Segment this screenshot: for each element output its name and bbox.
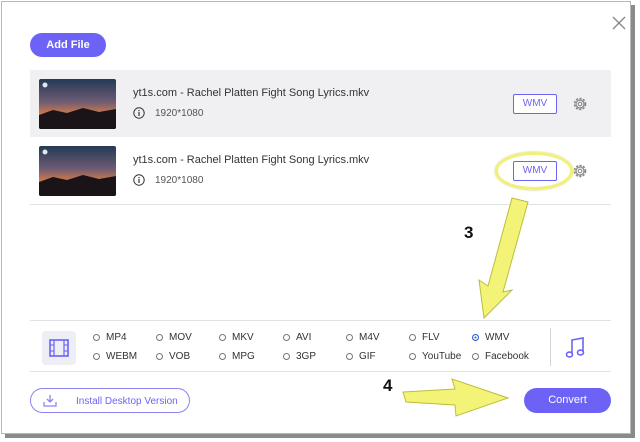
download-icon <box>43 395 57 407</box>
install-desktop-label: Install Desktop Version <box>76 396 178 407</box>
convert-button[interactable]: Convert <box>524 388 611 413</box>
format-option-gif[interactable]: GIF <box>359 351 376 362</box>
info-icon[interactable] <box>133 107 145 119</box>
format-option-wmv[interactable]: WMV <box>485 332 509 343</box>
format-option-m4v[interactable]: M4V <box>359 332 380 343</box>
radio-avi[interactable] <box>283 334 290 341</box>
radio-gif[interactable] <box>346 353 353 360</box>
video-format-icon[interactable] <box>42 331 76 365</box>
add-file-button[interactable]: Add File <box>30 33 106 57</box>
radio-mov[interactable] <box>156 334 163 341</box>
radio-wmv-selected[interactable] <box>472 334 479 341</box>
resolution-text: 1920*1080 <box>155 175 204 186</box>
info-icon[interactable] <box>133 174 145 186</box>
radio-mkv[interactable] <box>219 334 226 341</box>
radio-flv[interactable] <box>409 334 416 341</box>
format-option-avi[interactable]: AVI <box>296 332 311 343</box>
format-option-facebook[interactable]: Facebook <box>485 351 529 362</box>
format-option-flv[interactable]: FLV <box>422 332 440 343</box>
converter-dialog: Add File yt1s.com - Rachel Platten Fight… <box>1 1 631 434</box>
music-icon[interactable] <box>564 336 586 360</box>
radio-youtube[interactable] <box>409 353 416 360</box>
format-option-mp4[interactable]: MP4 <box>106 332 127 343</box>
video-thumbnail <box>39 79 116 129</box>
file-name: yt1s.com - Rachel Platten Fight Song Lyr… <box>133 87 370 99</box>
highlight-ellipse <box>495 152 573 190</box>
install-desktop-button[interactable]: Install Desktop Version <box>30 388 190 413</box>
format-option-mkv[interactable]: MKV <box>232 332 254 343</box>
resolution-text: 1920*1080 <box>155 108 204 119</box>
format-option-youtube[interactable]: YouTube <box>422 351 461 362</box>
divider <box>550 328 551 366</box>
format-option-mpg[interactable]: MPG <box>232 351 255 362</box>
gear-icon[interactable] <box>571 95 589 113</box>
step-3-label: 3 <box>464 223 474 242</box>
radio-m4v[interactable] <box>346 334 353 341</box>
radio-mp4[interactable] <box>93 334 100 341</box>
file-name: yt1s.com - Rachel Platten Fight Song Lyr… <box>133 154 370 166</box>
format-option-webm[interactable]: WEBM <box>106 351 137 362</box>
format-option-mov[interactable]: MOV <box>169 332 192 343</box>
close-icon[interactable] <box>610 14 628 32</box>
video-thumbnail <box>39 146 116 196</box>
format-option-3gp[interactable]: 3GP <box>296 351 316 362</box>
file-row: yt1s.com - Rachel Platten Fight Song Lyr… <box>30 70 611 138</box>
radio-3gp[interactable] <box>283 353 290 360</box>
gear-icon[interactable] <box>571 162 589 180</box>
radio-mpg[interactable] <box>219 353 226 360</box>
output-format-button[interactable]: WMV <box>513 94 557 114</box>
radio-facebook[interactable] <box>472 353 479 360</box>
format-selector: MP4 MOV MKV AVI M4V FLV WMV WEBM VOB MPG… <box>30 320 611 372</box>
radio-vob[interactable] <box>156 353 163 360</box>
radio-webm[interactable] <box>93 353 100 360</box>
format-option-vob[interactable]: VOB <box>169 351 190 362</box>
step-4-label: 4 <box>383 376 393 395</box>
